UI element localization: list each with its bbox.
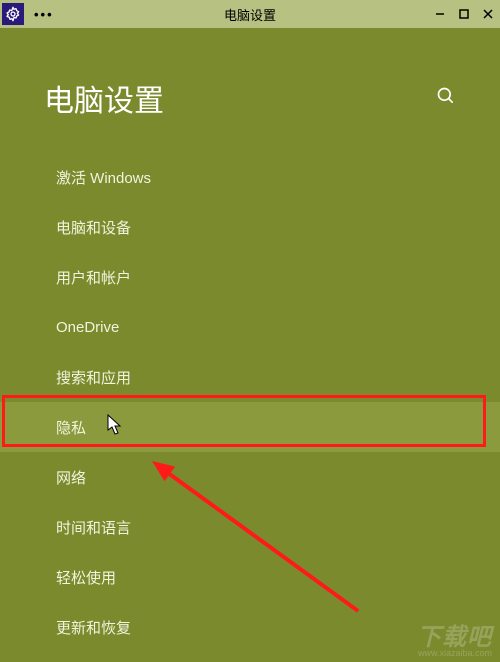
- title-bar: ••• 电脑设置: [0, 0, 500, 28]
- menu-item-pc-devices[interactable]: 电脑和设备: [0, 202, 500, 252]
- maximize-button[interactable]: [452, 0, 476, 28]
- menu-item-label: OneDrive: [56, 319, 119, 336]
- app-settings-icon: [2, 3, 24, 25]
- menu-item-label: 激活 Windows: [56, 167, 151, 188]
- menu-dots[interactable]: •••: [34, 7, 54, 22]
- menu-item-ease-of-access[interactable]: 轻松使用: [0, 552, 500, 602]
- menu-item-privacy[interactable]: 隐私: [0, 402, 500, 452]
- menu-item-label: 电脑和设备: [56, 217, 131, 238]
- menu-item-time-language[interactable]: 时间和语言: [0, 502, 500, 552]
- content-area: 电脑设置 激活 Windows 电脑和设备 用户和帐户 OneDrive 搜索和…: [0, 28, 500, 662]
- menu-item-label: 时间和语言: [56, 517, 131, 538]
- menu-item-label: 网络: [56, 467, 86, 488]
- window-controls: [428, 0, 500, 28]
- menu-item-label: 搜索和应用: [56, 367, 131, 388]
- minimize-button[interactable]: [428, 0, 452, 28]
- menu-item-update-recovery[interactable]: 更新和恢复: [0, 602, 500, 652]
- settings-menu: 激活 Windows 电脑和设备 用户和帐户 OneDrive 搜索和应用 隐私…: [0, 144, 500, 652]
- menu-item-label: 用户和帐户: [56, 267, 131, 288]
- menu-item-onedrive[interactable]: OneDrive: [0, 302, 500, 352]
- menu-item-network[interactable]: 网络: [0, 452, 500, 502]
- menu-item-label: 更新和恢复: [56, 617, 131, 638]
- menu-item-search-apps[interactable]: 搜索和应用: [0, 352, 500, 402]
- window-title: 电脑设置: [224, 5, 276, 24]
- page-title: 电脑设置: [44, 76, 164, 120]
- close-button[interactable]: [476, 0, 500, 28]
- menu-item-label: 隐私: [56, 417, 86, 438]
- menu-item-label: 轻松使用: [56, 567, 116, 588]
- menu-item-users-accounts[interactable]: 用户和帐户: [0, 252, 500, 302]
- search-icon[interactable]: [436, 86, 456, 111]
- menu-item-activate-windows[interactable]: 激活 Windows: [0, 152, 500, 202]
- page-header: 电脑设置: [0, 28, 500, 144]
